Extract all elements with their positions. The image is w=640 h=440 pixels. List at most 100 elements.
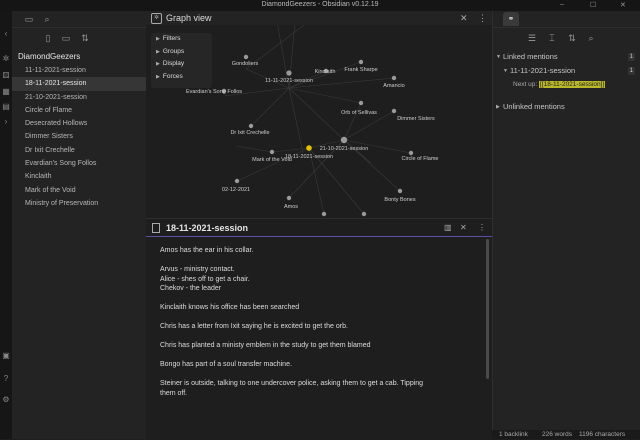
window-title: DiamondGeezers - Obsidian v0.12.19 bbox=[261, 1, 379, 8]
folder-icon[interactable]: ▭ bbox=[24, 14, 34, 24]
graph-settings-panel: ▶ Filters ▶ Groups ▶ Display ▶ Forces bbox=[151, 33, 212, 88]
collapse-results-icon[interactable]: ☰ bbox=[527, 33, 537, 43]
collapse-left-icon[interactable]: ‹ bbox=[1, 29, 11, 39]
note-line: Steiner is outside, talking to one under… bbox=[160, 380, 424, 387]
file-item[interactable]: Desecrated Hollows bbox=[12, 117, 146, 130]
graph-node-label: Amos bbox=[284, 204, 298, 210]
vault-name[interactable]: DiamondGeezers bbox=[12, 48, 146, 64]
graph-node-label: Evardian's Song Follos bbox=[186, 89, 242, 95]
graph-node-label: Amancio bbox=[383, 83, 404, 89]
linked-mentions-label: Linked mentions bbox=[503, 52, 558, 61]
calendar-icon[interactable]: ▦ bbox=[1, 87, 11, 97]
graph-tab-header: ✲ Graph view ✕ ⋮ bbox=[146, 11, 492, 25]
character-count: 1196 characters bbox=[579, 431, 626, 438]
caret-right-icon: ▶ bbox=[156, 36, 160, 42]
show-context-icon[interactable]: ⌶ bbox=[547, 33, 557, 43]
backlinks-tab-icon[interactable]: ⚭ bbox=[503, 12, 519, 26]
graph-node-label: 11-11-2021-session bbox=[265, 78, 313, 84]
note-line bbox=[160, 351, 480, 361]
more-options-icon[interactable]: ⋮ bbox=[478, 223, 486, 232]
file-item[interactable]: Ministry of Preservation bbox=[12, 197, 146, 210]
unlinked-mentions-header[interactable]: ▶ Unlinked mentions bbox=[493, 100, 640, 114]
filters-label: Filters bbox=[162, 35, 181, 42]
caret-right-icon: ▶ bbox=[156, 73, 160, 80]
graph-node-label: Circle of Flame bbox=[402, 156, 439, 162]
terminal-icon[interactable]: › bbox=[1, 117, 11, 127]
note-line: Bongo has part of a soul transfer machin… bbox=[160, 361, 292, 368]
graph-node-label: Dr Ixit Crechelle bbox=[230, 130, 269, 136]
graph-filters-toggle[interactable]: ▶ Filters bbox=[151, 33, 212, 46]
close-window-icon[interactable]: ✕ bbox=[620, 1, 626, 9]
graph-tab-title[interactable]: Graph view bbox=[166, 13, 212, 23]
linked-count-badge: 1 bbox=[627, 53, 635, 61]
backlinks-toolbar: ☰ ⌶ ⇅ ⌕ bbox=[493, 28, 640, 50]
note-content[interactable]: Amos has the ear in his collar. Arvus - … bbox=[160, 246, 480, 398]
file-item[interactable]: Dimmer Sisters bbox=[12, 130, 146, 143]
note-line: Alice - shes off to get a chair. bbox=[160, 275, 250, 283]
caret-right-icon: ▶ bbox=[496, 104, 500, 110]
note-line: Kinclaith knows his office has been sear… bbox=[160, 304, 300, 311]
file-item[interactable]: Mark of the Void bbox=[12, 184, 146, 197]
help-icon[interactable]: ? bbox=[1, 374, 11, 384]
minimize-icon[interactable]: – bbox=[560, 1, 564, 8]
note-line: Arvus - ministry contact. bbox=[160, 266, 235, 273]
graph-forces-toggle[interactable]: ▶ Forces bbox=[151, 71, 212, 84]
file-explorer-sidebar: ▭ ⌕ ▯ ▭ ⇅ DiamondGeezers 11-11-2021-sess… bbox=[12, 11, 147, 439]
graph-node-label: Bonty Bones bbox=[384, 197, 415, 203]
dice-icon[interactable]: ⚄ bbox=[1, 71, 11, 81]
file-item[interactable]: Dr Ixit Crechelle bbox=[12, 144, 146, 157]
editor-pane: 18-11-2021-session ▥ ✕ ⋮ Amos has the ea… bbox=[146, 218, 492, 440]
template-icon[interactable]: ▤ bbox=[1, 102, 11, 112]
more-options-icon[interactable]: ⋮ bbox=[478, 13, 487, 24]
graph-display-toggle[interactable]: ▶ Display bbox=[151, 58, 212, 71]
groups-label: Groups bbox=[162, 47, 185, 55]
vault-switch-icon[interactable]: ▣ bbox=[1, 351, 11, 361]
file-item[interactable]: Evardian's Song Follos bbox=[12, 157, 146, 170]
sort-icon[interactable]: ⇅ bbox=[80, 33, 90, 43]
graph-icon[interactable]: ✲ bbox=[1, 54, 11, 64]
source-file-label: 11-11-2021-session bbox=[510, 66, 576, 75]
forces-label: Forces bbox=[162, 72, 183, 80]
unlinked-mentions-label: Unlinked mentions bbox=[503, 102, 565, 111]
file-item[interactable]: Circle of Flame bbox=[12, 104, 146, 117]
caret-right-icon: ▶ bbox=[156, 61, 160, 67]
reading-view-icon[interactable]: ▥ bbox=[444, 223, 452, 232]
backlink-count[interactable]: 1 backlink bbox=[499, 430, 528, 439]
maximize-icon[interactable]: ☐ bbox=[590, 1, 596, 9]
source-count-badge: 1 bbox=[627, 67, 635, 75]
graph-icon: ✲ bbox=[151, 13, 162, 24]
display-label: Display bbox=[162, 60, 185, 67]
graph-node-label: Dimmer Sisters bbox=[397, 116, 435, 122]
backlink-mention[interactable]: Next up: [[18-11-2021-session]] bbox=[493, 78, 640, 92]
mention-prefix: Next up: bbox=[513, 81, 538, 88]
backlink-source-file[interactable]: ▼ 11-11-2021-session 1 bbox=[493, 64, 640, 78]
search-icon[interactable]: ⌕ bbox=[586, 33, 596, 43]
new-folder-icon[interactable]: ▭ bbox=[61, 33, 71, 43]
note-line bbox=[160, 332, 480, 342]
note-line bbox=[160, 370, 480, 380]
close-icon[interactable]: ✕ bbox=[460, 13, 468, 24]
caret-right-icon: ▶ bbox=[156, 48, 160, 55]
title-bar: DiamondGeezers - Obsidian v0.12.19 – ☐ ✕ bbox=[0, 0, 640, 11]
editor-tab-header: 18-11-2021-session ▥ ✕ ⋮ bbox=[146, 219, 492, 237]
caret-down-icon: ▼ bbox=[503, 68, 508, 74]
note-title[interactable]: 18-11-2021-session bbox=[166, 223, 248, 233]
file-item[interactable]: 21-10-2021-session bbox=[12, 91, 146, 104]
note-line: Chekov - the leader bbox=[160, 285, 222, 292]
graph-node-label: 18-11-2021-session bbox=[285, 154, 333, 160]
file-item[interactable]: Kinclaith bbox=[12, 170, 146, 183]
settings-icon[interactable]: ⚙ bbox=[1, 395, 11, 405]
new-note-icon[interactable]: ▯ bbox=[43, 33, 53, 43]
file-item-active[interactable]: 18-11-2021-session bbox=[12, 77, 146, 91]
linked-mentions-header[interactable]: ▼ Linked mentions 1 bbox=[493, 50, 640, 64]
mention-link[interactable]: [[18-11-2021-session]] bbox=[539, 81, 606, 88]
close-icon[interactable]: ✕ bbox=[460, 223, 467, 232]
graph-groups-toggle[interactable]: ▶ Groups bbox=[151, 46, 212, 59]
file-item[interactable]: 11-11-2021-session bbox=[12, 64, 146, 77]
graph-node-label: Gondoliers bbox=[232, 61, 259, 67]
sort-icon[interactable]: ⇅ bbox=[567, 33, 577, 43]
editor-scrollbar[interactable] bbox=[486, 239, 489, 379]
graph-node-label: 21-10-2021-session bbox=[320, 146, 369, 152]
search-icon[interactable]: ⌕ bbox=[42, 14, 52, 24]
status-bar: 1 backlink 226 words 1196 characters bbox=[492, 430, 640, 439]
